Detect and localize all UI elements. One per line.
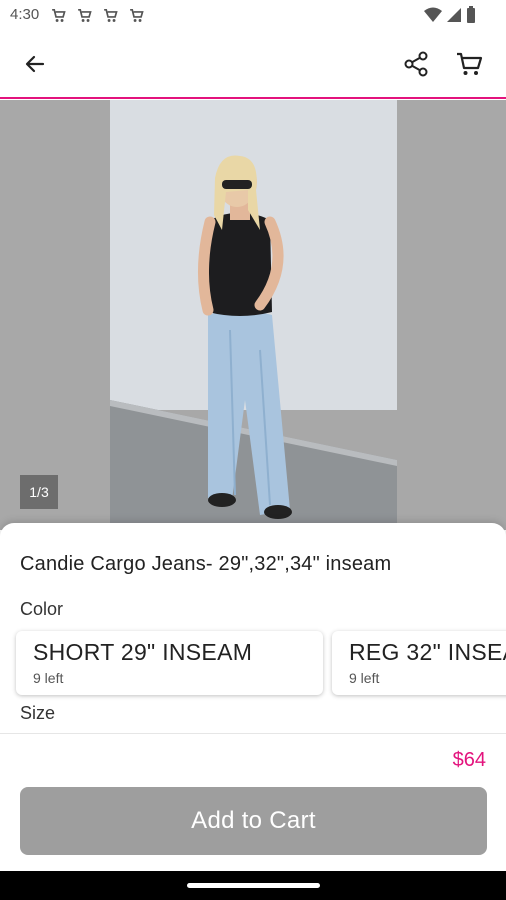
variant-name: SHORT 29" INSEAM [33,639,253,665]
app-bar [0,30,506,99]
back-arrow-icon [25,55,45,73]
product-price: $64 [452,749,486,771]
signal-icon [447,7,461,22]
back-button[interactable] [13,42,57,86]
variant-stock: 9 left [349,670,380,686]
cart-notification-icon [130,8,144,22]
battery-icon [467,6,475,23]
cart-button[interactable] [447,42,491,86]
product-photo [110,100,397,530]
add-to-cart-button[interactable]: Add to Cart [20,787,487,855]
variant-option-short[interactable]: SHORT 29" INSEAM 9 left [16,631,323,695]
cart-notification-icon [52,8,66,22]
image-page-indicator: 1/3 [20,475,58,509]
variant-name: REG 32" INSEAM [349,639,506,665]
share-icon [404,51,428,77]
cart-notification-icon [104,8,118,22]
cart-notification-icon [78,8,92,22]
product-title: Candie Cargo Jeans- 29",32",34" inseam [20,553,392,575]
size-label: Size [20,703,56,723]
share-button[interactable] [394,42,438,86]
cart-icon [457,52,483,75]
divider [0,733,506,734]
status-bar: 4:30 [0,0,506,30]
product-image-gallery[interactable]: 1/3 [0,100,506,530]
color-label: Color [20,599,64,619]
variant-option-regular[interactable]: REG 32" INSEAM 9 left [332,631,506,695]
wifi-icon [424,7,442,22]
variant-stock: 9 left [33,670,64,686]
notification-icons [50,7,145,24]
home-gesture-handle[interactable] [187,883,320,888]
status-indicators [424,6,476,23]
product-details-sheet: Candie Cargo Jeans- 29",32",34" inseam C… [0,523,506,871]
status-time: 4:30 [10,6,40,23]
system-nav-bar [0,871,506,900]
